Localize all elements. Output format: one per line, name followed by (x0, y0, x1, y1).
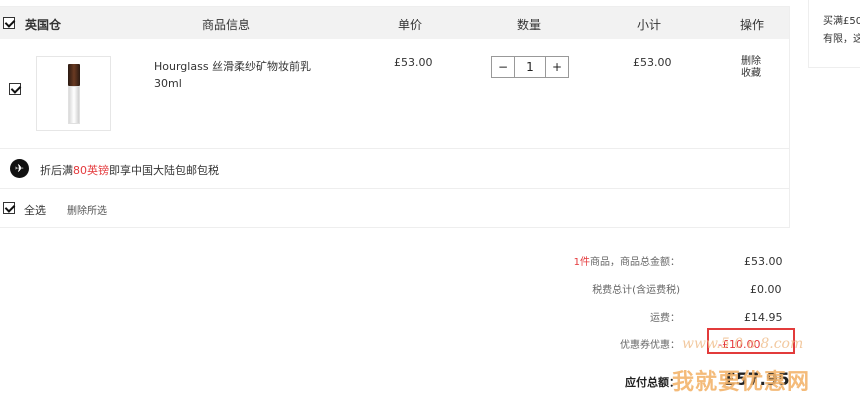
tax-value: £0.00 (750, 283, 782, 296)
cart-footer: 全选 删除所选 (0, 189, 789, 227)
delete-selected-link[interactable]: 删除所选 (67, 202, 107, 217)
warehouse-checkbox[interactable] (3, 17, 15, 29)
col-subtotal: 小计 (637, 18, 662, 32)
shipping-value: £14.95 (744, 311, 783, 324)
coupon-label: 优惠券优惠： (620, 340, 680, 351)
side-notice-line2: 有限，这 (823, 34, 860, 45)
item-checkbox[interactable] (9, 83, 21, 95)
items-count: 1件 (573, 257, 590, 268)
warehouse-label: 英国仓 (25, 18, 62, 32)
product-bottle-image (68, 64, 80, 124)
decrease-button[interactable]: − (492, 57, 514, 77)
side-notice-line1: 买满£50 (823, 16, 860, 27)
items-total-value: £53.00 (744, 255, 783, 268)
item-actions: 删除 收藏 (741, 56, 761, 80)
select-all-label[interactable]: 全选 (24, 202, 46, 218)
cart-item-row: Hourglass 丝滑柔纱矿物妆前乳 30ml £53.00 − 1 + £5… (0, 39, 789, 149)
col-actions: 操作 (740, 18, 765, 32)
shipping-label: 运费： (650, 313, 680, 324)
favorite-link[interactable]: 收藏 (741, 68, 761, 80)
item-subtotal: £53.00 (633, 56, 672, 69)
col-info: 商品信息 (202, 18, 251, 32)
product-image[interactable] (36, 56, 111, 131)
cart-header: 英国仓 商品信息 单价 数量 小计 操作 (0, 7, 789, 39)
watermark-url: www.5 0 o 8.com (682, 336, 804, 352)
unit-price: £53.00 (394, 56, 433, 69)
promo-amount: 80英镑 (73, 164, 109, 177)
cart-page: 买满£50 有限，这 英国仓 商品信息 单价 数量 小计 操作 Hourglas… (0, 0, 860, 399)
product-name-link[interactable]: Hourglass 丝滑柔纱矿物妆前乳 30ml (154, 58, 314, 92)
delete-link[interactable]: 删除 (741, 56, 761, 68)
promo-text: 折后满80英镑即享中国大陆包邮包税 (40, 162, 219, 178)
airplane-icon: ✈ (10, 159, 29, 178)
watermark-text: 我就要优惠网 (672, 370, 811, 395)
col-quantity: 数量 (517, 18, 542, 32)
col-unit-price: 单价 (398, 18, 423, 32)
items-label: 商品，商品总金额： (590, 257, 680, 268)
tax-label: 税费总计(含运费税) (592, 285, 680, 296)
watermark: www.5 0 o 8.com 我就要优惠网 (672, 328, 860, 399)
promo-suffix: 即享中国大陆包邮包税 (109, 164, 219, 177)
select-all-checkbox[interactable] (3, 202, 15, 214)
increase-button[interactable]: + (546, 57, 568, 77)
quantity-input[interactable]: 1 (514, 57, 546, 77)
cart-table: 英国仓 商品信息 单价 数量 小计 操作 Hourglass 丝滑柔纱矿物妆前乳… (0, 6, 790, 228)
promo-prefix: 折后满 (40, 164, 73, 177)
side-notice: 买满£50 有限，这 (808, 0, 860, 68)
promo-banner: ✈ 折后满80英镑即享中国大陆包邮包税 (0, 149, 789, 189)
items-total-label: 1件商品，商品总金额： (574, 253, 680, 268)
quantity-stepper: − 1 + (491, 56, 569, 78)
